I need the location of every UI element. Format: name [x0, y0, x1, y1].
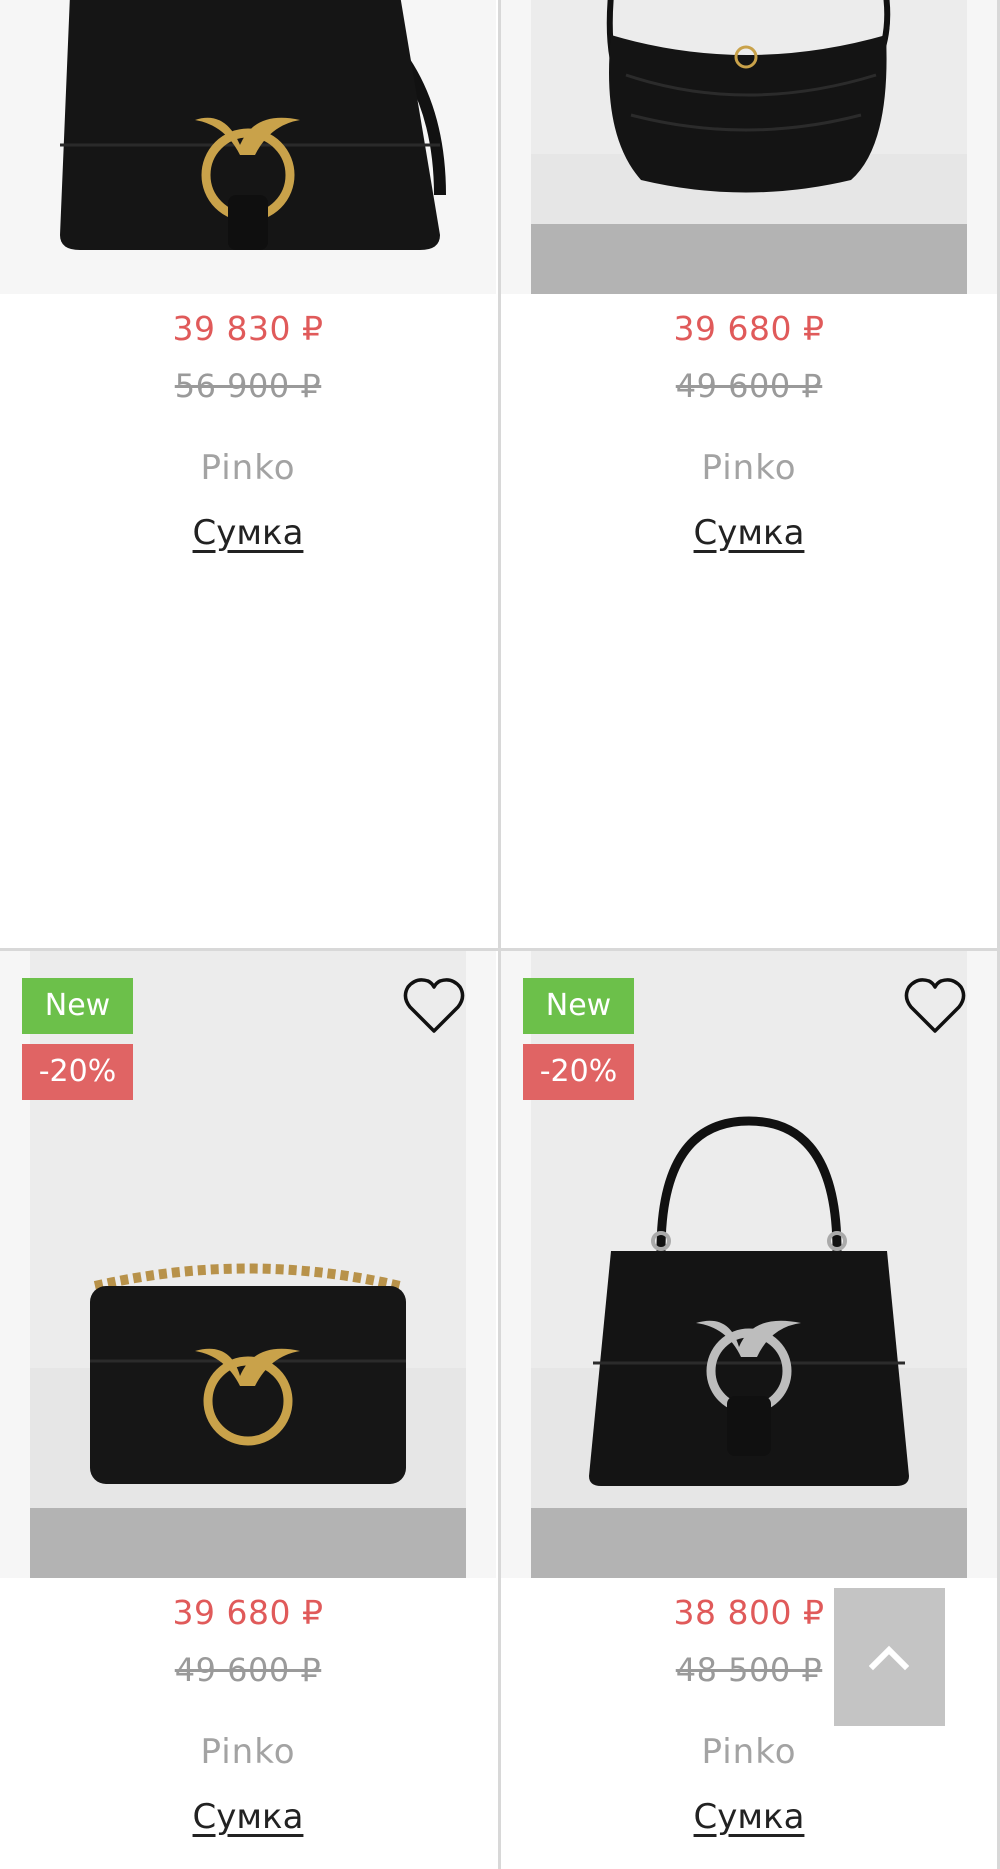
new-badge: New [523, 978, 634, 1034]
product-brand: Pinko [200, 448, 296, 488]
product-grid: 39 830 ₽ 56 900 ₽ Pinko Сумка 39 680 ₽ 4… [0, 0, 1000, 1869]
product-brand: Pinko [701, 448, 797, 488]
product-card[interactable]: 39 680 ₽ 49 600 ₽ Pinko Сумка [501, 0, 999, 948]
product-card[interactable]: New -20% 39 680 ₽ 49 600 ₽ Pinko Сумка [0, 951, 498, 1869]
product-price: 39 830 ₽ [172, 309, 324, 348]
product-old-price: 49 600 ₽ [174, 1651, 322, 1689]
product-card[interactable]: New -20% 38 800 ₽ 48 500 ₽ Pinko Сумка [501, 951, 999, 1869]
product-old-price: 56 900 ₽ [174, 367, 322, 405]
product-price: 39 680 ₽ [673, 309, 825, 348]
product-image[interactable]: New -20% [0, 951, 496, 1578]
product-name-link[interactable]: Сумка [694, 513, 805, 553]
handbag-image [60, 0, 446, 250]
product-card[interactable]: 39 830 ₽ 56 900 ₽ Pinko Сумка [0, 0, 498, 948]
product-name-link[interactable]: Сумка [193, 513, 304, 553]
product-brand: Pinko [701, 1732, 797, 1772]
heart-outline-icon[interactable] [402, 975, 466, 1035]
product-name-link[interactable]: Сумка [694, 1797, 805, 1837]
chevron-up-icon [869, 1645, 909, 1671]
product-image[interactable] [0, 0, 496, 294]
heart-outline-icon[interactable] [903, 975, 967, 1035]
product-image[interactable] [501, 0, 997, 294]
scroll-to-top-button[interactable] [834, 1588, 945, 1726]
product-brand: Pinko [200, 1732, 296, 1772]
product-price: 39 680 ₽ [172, 1593, 324, 1632]
discount-badge: -20% [22, 1044, 133, 1100]
handbag-image [606, 0, 891, 193]
product-name-link[interactable]: Сумка [193, 1797, 304, 1837]
discount-badge: -20% [523, 1044, 634, 1100]
new-badge: New [22, 978, 133, 1034]
product-image[interactable]: New -20% [501, 951, 997, 1578]
product-old-price: 49 600 ₽ [675, 367, 823, 405]
